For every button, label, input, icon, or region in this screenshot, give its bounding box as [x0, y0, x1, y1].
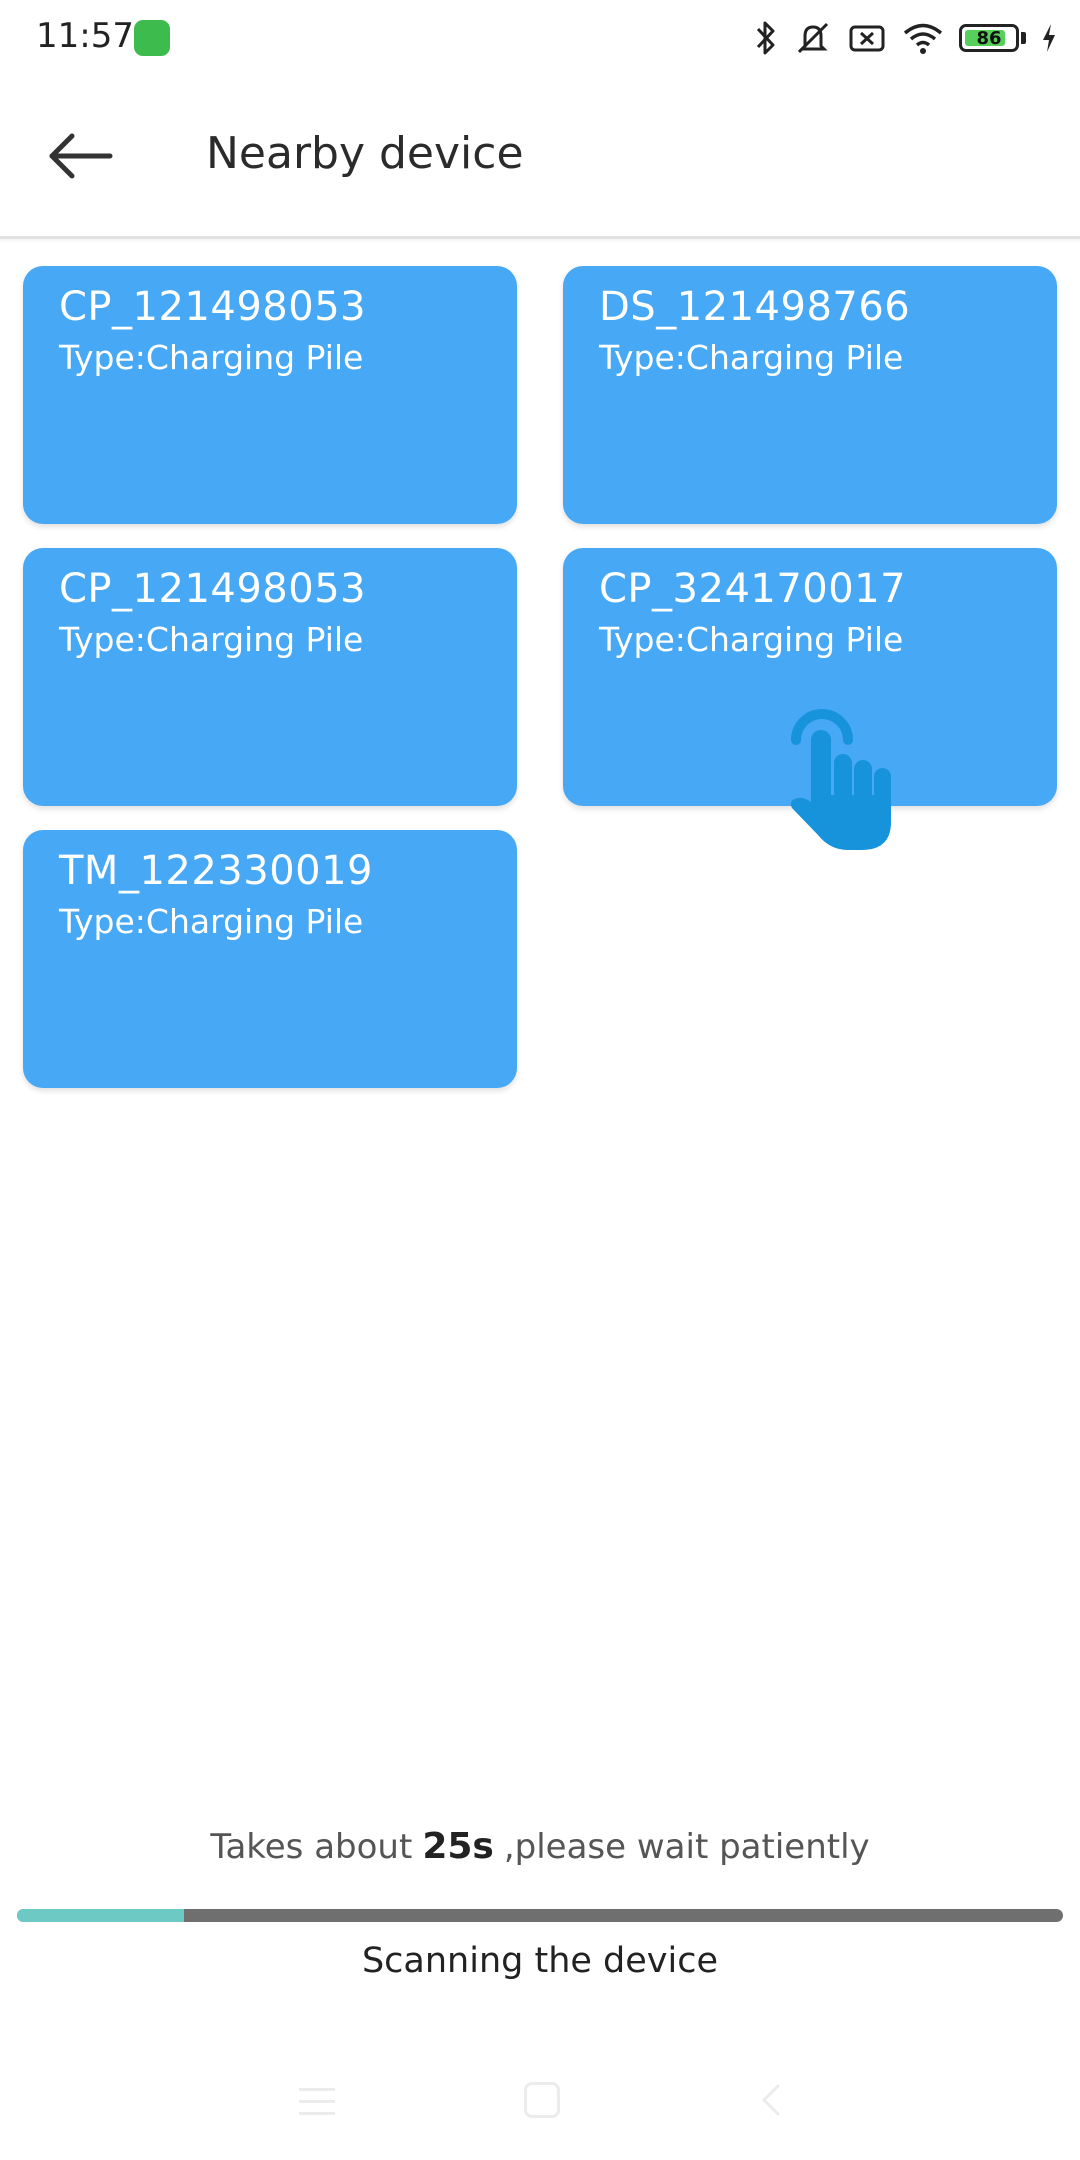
mute-bell-icon	[797, 22, 829, 54]
device-card[interactable]: DS_121498766 Type:Charging Pile	[563, 266, 1057, 524]
scan-seconds: 25s	[422, 1826, 494, 1867]
menu-line	[299, 2088, 335, 2091]
device-type: Type:Charging Pile	[599, 338, 904, 377]
scan-hint-suffix: ,please wait patiently	[503, 1827, 870, 1867]
battery-tip	[1021, 32, 1026, 44]
status-bar: 11:57 86	[0, 0, 1080, 76]
nav-back-icon[interactable]	[752, 2080, 792, 2120]
bluetooth-icon	[756, 21, 775, 55]
device-type: Type:Charging Pile	[59, 620, 364, 659]
device-name: CP_121498053	[59, 284, 367, 330]
battery-icon: 86	[959, 24, 1019, 52]
device-name: TM_122330019	[59, 848, 373, 894]
page-title: Nearby device	[206, 128, 524, 179]
device-card[interactable]: CP_121498053 Type:Charging Pile	[23, 548, 517, 806]
device-card[interactable]: TM_122330019 Type:Charging Pile	[23, 830, 517, 1088]
device-type: Type:Charging Pile	[599, 620, 904, 659]
recent-apps-button[interactable]	[299, 2088, 335, 2124]
battery-indicator: 86	[959, 24, 1026, 52]
scan-status: Scanning the device	[361, 1941, 719, 1981]
scan-progress-bar	[17, 1909, 1063, 1922]
app-header: Nearby device	[0, 76, 1080, 239]
device-name: CP_121498053	[59, 566, 367, 612]
status-time: 11:57	[36, 16, 134, 56]
device-name: CP_324170017	[599, 566, 907, 612]
no-sim-icon	[849, 25, 885, 52]
device-name: DS_121498766	[599, 284, 911, 330]
notification-app-icon	[134, 20, 170, 56]
device-type: Type:Charging Pile	[59, 338, 364, 377]
tap-hand-icon	[790, 709, 891, 850]
battery-level: 86	[976, 27, 1002, 49]
system-nav-bar	[0, 2060, 1080, 2130]
status-icons: 86	[753, 16, 1058, 60]
device-type: Type:Charging Pile	[59, 902, 364, 941]
scan-hint: Takes about 25s ,please wait patiently	[0, 1826, 1080, 1867]
back-arrow-icon[interactable]	[44, 126, 116, 186]
menu-line	[299, 2112, 335, 2115]
home-button[interactable]	[524, 2082, 560, 2118]
charging-bolt-icon	[1043, 24, 1055, 52]
wifi-icon	[903, 23, 943, 54]
device-card[interactable]: CP_121498053 Type:Charging Pile	[23, 266, 517, 524]
scan-progress-fill	[17, 1909, 185, 1922]
menu-line	[299, 2100, 335, 2103]
scan-hint-prefix: Takes about	[210, 1827, 413, 1867]
